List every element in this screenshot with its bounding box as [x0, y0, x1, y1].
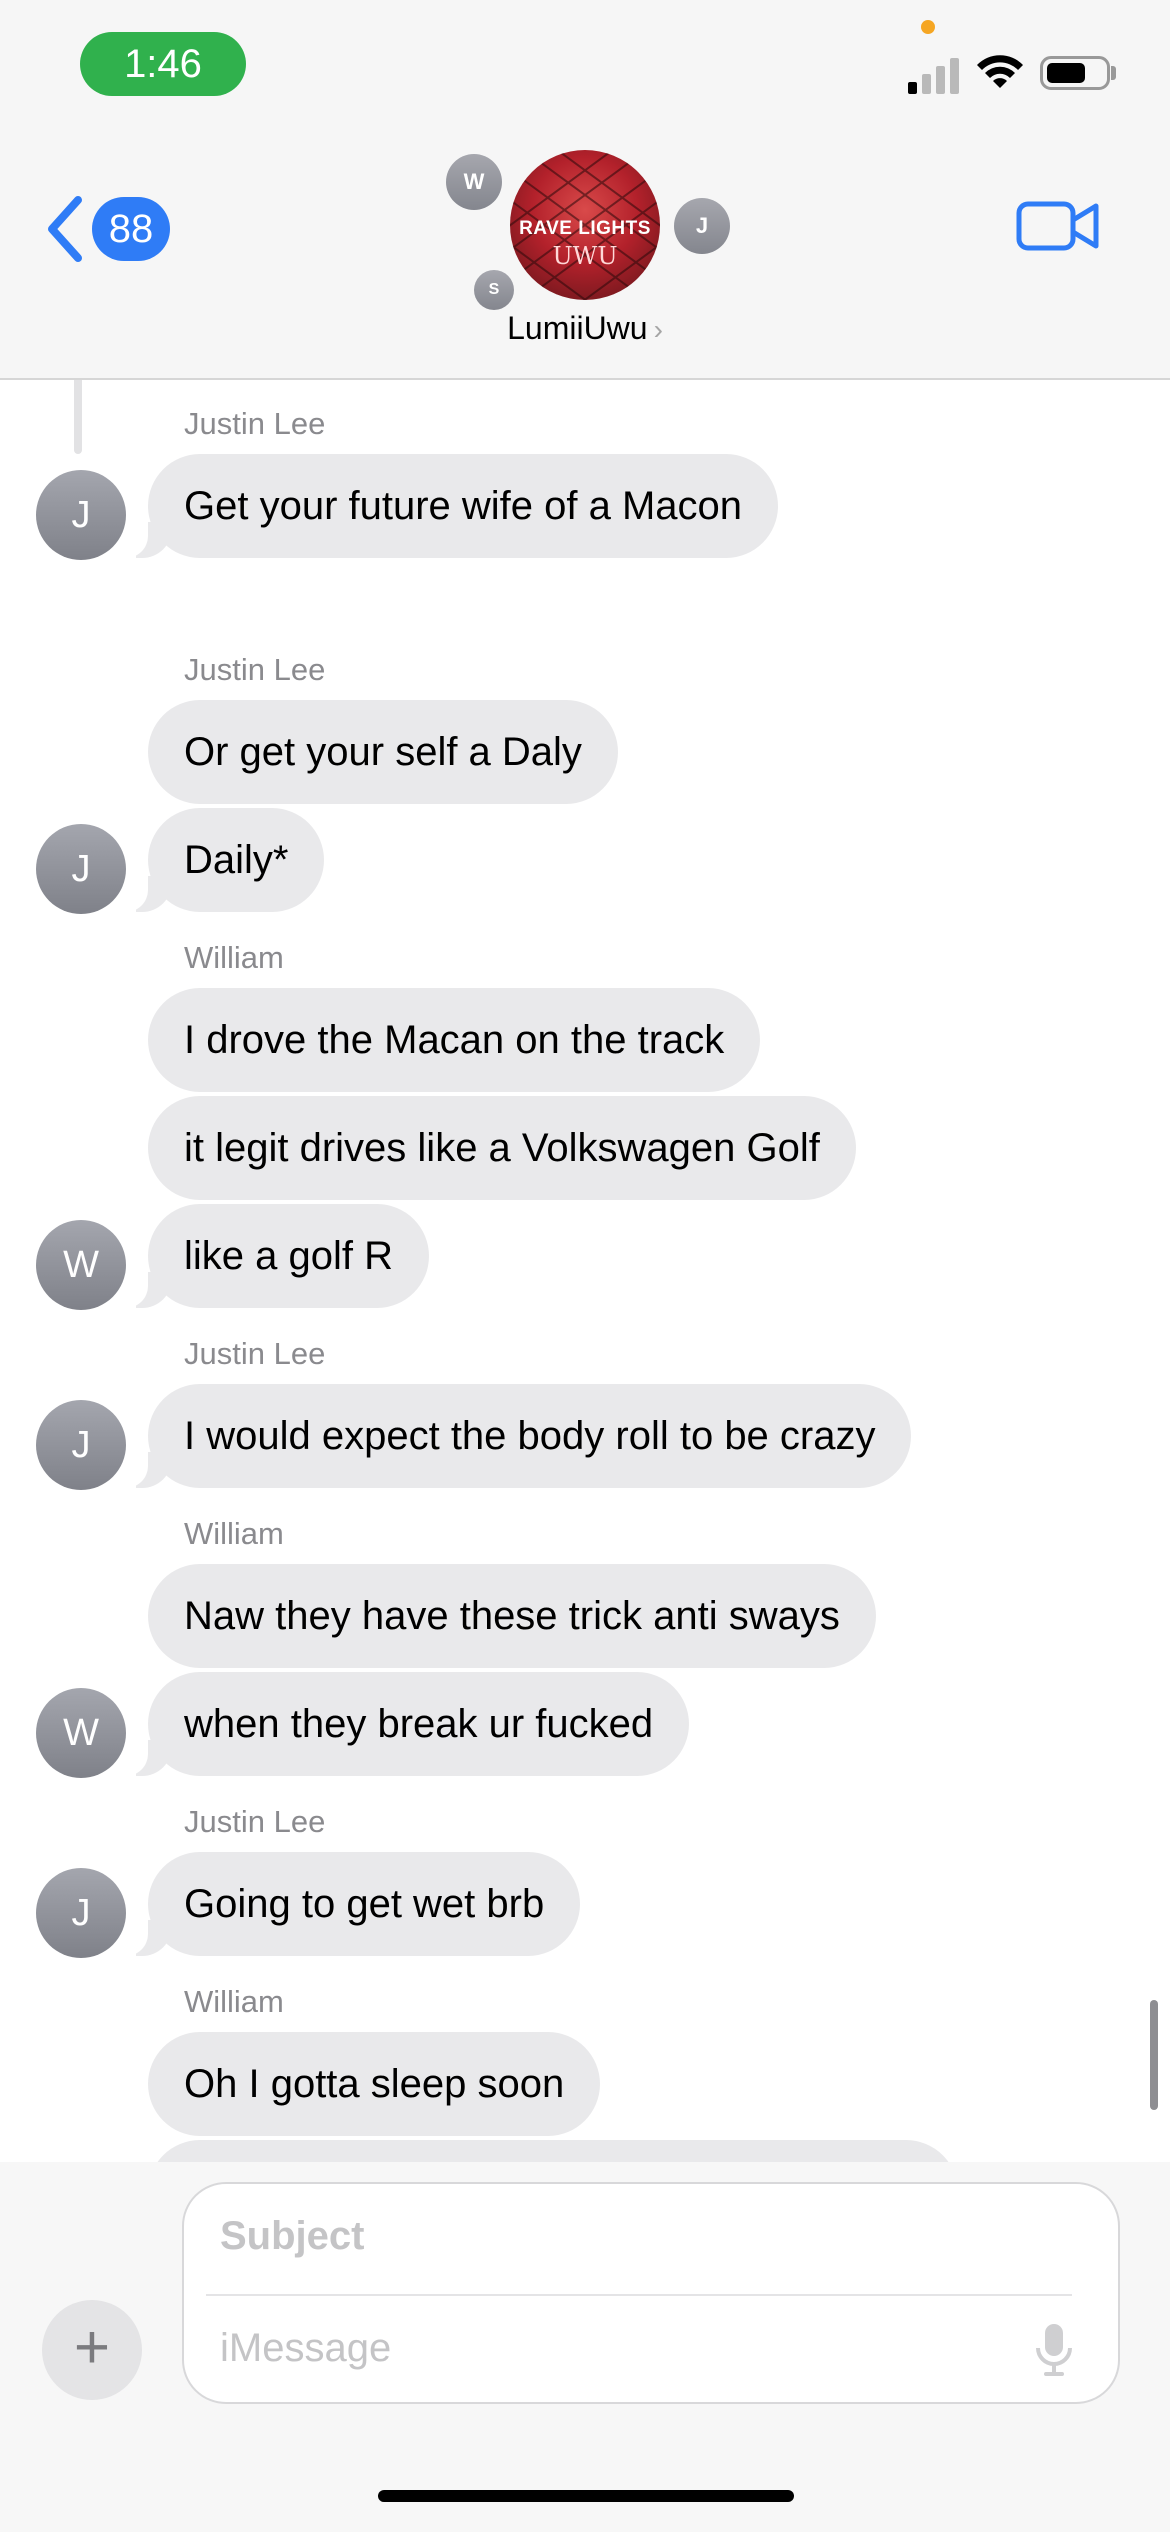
group-avatar-subtext: UWU	[552, 242, 618, 270]
unread-count-badge: 88	[92, 197, 170, 261]
sender-name: William	[184, 1984, 284, 2019]
avatar[interactable]: W	[36, 1220, 126, 1310]
message-bubble[interactable]: Naw they have these trick anti sways	[148, 1564, 876, 1668]
group-avatar[interactable]: RAVE LIGHTS UWU	[510, 150, 660, 300]
message-bubble[interactable]: Get your future wife of a Macon	[121, 454, 779, 558]
message-bubble[interactable]: Going to get wet brb	[121, 1852, 581, 1956]
group-name: LumiiUwu	[507, 310, 648, 346]
avatar[interactable]: J	[36, 470, 126, 560]
group-avatar-text: RAVE LIGHTS	[519, 218, 651, 239]
sender-name: William	[184, 1516, 284, 1551]
avatar[interactable]: W	[36, 1688, 126, 1778]
status-bar: 1:46	[0, 0, 1170, 140]
member-avatar-j[interactable]: J	[674, 198, 730, 254]
conversation-header: 88 W J S RAVE LIGHTS UWU LumiiUwu ›	[0, 140, 1170, 380]
message-bubble[interactable]: I would expect the body roll to be crazy	[121, 1384, 912, 1488]
wifi-icon	[977, 55, 1023, 88]
compose-bar: + Subject iMessage	[0, 2162, 1170, 2532]
field-divider	[206, 2294, 1072, 2296]
scrollbar[interactable]	[1150, 2000, 1158, 2110]
message-bubble[interactable]: Or get your self a Daly	[148, 700, 618, 804]
message-bubble-partial[interactable]	[148, 2140, 958, 2162]
sender-name: Justin Lee	[184, 652, 326, 687]
cellular-signal-icon	[908, 56, 962, 94]
privacy-indicator-dot	[921, 20, 935, 34]
message-input-field[interactable]: Subject iMessage	[182, 2182, 1120, 2404]
sender-name: William	[184, 940, 284, 975]
message-bubble[interactable]: I drove the Macan on the track	[148, 988, 761, 1092]
chevron-right-icon: ›	[653, 314, 663, 345]
facetime-video-icon[interactable]	[1016, 196, 1100, 256]
message-bubble[interactable]: like a golf R	[122, 1204, 429, 1308]
subject-input[interactable]: Subject	[220, 2214, 364, 2259]
home-indicator[interactable]	[378, 2490, 794, 2502]
avatar[interactable]: J	[36, 1400, 126, 1490]
member-avatar-w[interactable]: W	[446, 154, 502, 210]
sender-name: Justin Lee	[184, 1336, 326, 1371]
battery-icon	[1040, 56, 1110, 90]
message-bubble[interactable]: Daily*	[121, 808, 325, 912]
add-attachment-button[interactable]: +	[42, 2300, 142, 2400]
avatar[interactable]: J	[36, 1868, 126, 1958]
imessage-input[interactable]: iMessage	[220, 2326, 391, 2371]
member-avatar-s[interactable]: S	[474, 270, 514, 310]
sender-name: Justin Lee	[184, 1804, 326, 1839]
chevron-left-icon	[48, 196, 82, 262]
reply-thread-line	[74, 380, 82, 454]
microphone-icon[interactable]	[1034, 2322, 1074, 2378]
message-bubble[interactable]: when they break ur fucked	[121, 1672, 690, 1776]
status-time[interactable]: 1:46	[80, 32, 246, 96]
message-bubble[interactable]: Oh I gotta sleep soon	[148, 2032, 601, 2136]
battery-cap	[1111, 66, 1116, 80]
message-thread[interactable]: Justin Lee Get your future wife of a Mac…	[0, 380, 1170, 2162]
group-name-button[interactable]: LumiiUwu ›	[0, 310, 1170, 347]
sender-name: Justin Lee	[184, 406, 326, 441]
back-button[interactable]: 88	[46, 184, 170, 274]
message-bubble[interactable]: it legit drives like a Volkswagen Golf	[148, 1096, 856, 1200]
avatar[interactable]: J	[36, 824, 126, 914]
